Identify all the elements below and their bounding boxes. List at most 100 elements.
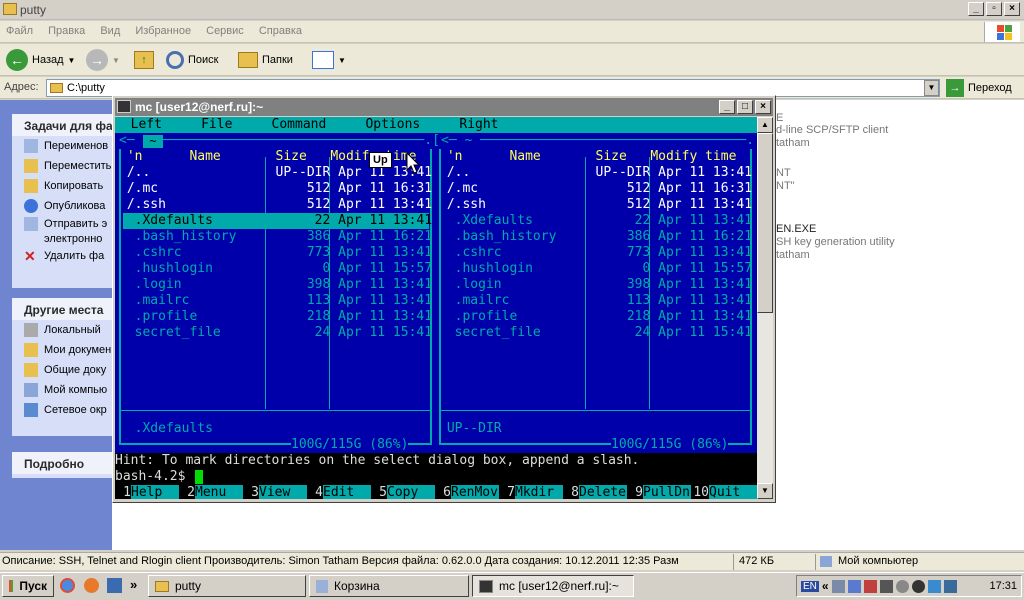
file-row[interactable]: /.ssh 512 Apr 11 13:41 — [439, 197, 752, 213]
folders-button[interactable]: Папки — [238, 48, 293, 72]
maximize-button[interactable]: ▫ — [986, 2, 1002, 16]
place-shared-documents[interactable]: Общие доку — [12, 360, 112, 380]
speaker-icon[interactable] — [895, 579, 909, 593]
printer-icon[interactable] — [879, 579, 893, 593]
file-row[interactable]: .login 398 Apr 11 13:41 — [119, 277, 432, 293]
file-row[interactable]: /.. UP--DIR Apr 11 13:41 — [439, 165, 752, 181]
close-button[interactable]: × — [755, 100, 771, 114]
place-my-computer[interactable]: Мой компью — [12, 380, 112, 400]
menu-view[interactable]: Вид — [94, 21, 126, 41]
power-icon[interactable] — [911, 579, 925, 593]
task-publish[interactable]: Опубликова — [12, 196, 112, 216]
views-button[interactable]: ▼ — [312, 48, 346, 72]
scroll-thumb[interactable] — [757, 133, 773, 313]
file-row[interactable]: .cshrc 773 Apr 11 13:41 — [439, 245, 752, 261]
file-row[interactable]: .Xdefaults 22 Apr 11 13:41 — [439, 213, 752, 229]
update-icon[interactable] — [927, 579, 941, 593]
menu-file[interactable]: Файл — [0, 21, 39, 41]
task-email[interactable]: Отправить э — [12, 216, 112, 231]
back-button[interactable]: ← Назад ▼ — [6, 48, 75, 72]
menu-tools[interactable]: Сервис — [200, 21, 250, 41]
left-panel-header[interactable]: <─ ~ ──────────────────────────────────.… — [119, 133, 464, 149]
terminal[interactable]: Left File Command Options Right <─ ~ ───… — [115, 117, 757, 499]
file-row[interactable]: .bash_history 386 Apr 11 16:21 — [439, 229, 752, 245]
details-title[interactable]: Подробно — [12, 452, 112, 474]
tasks-title[interactable]: Задачи для фа — [12, 114, 112, 136]
maximize-button[interactable]: □ — [737, 100, 753, 114]
fkey-quit[interactable]: 10 Quit — [691, 485, 757, 499]
file-name-fragment[interactable]: NT — [776, 167, 791, 179]
left-path-label[interactable]: ~ — [143, 135, 163, 148]
scroll-up-button[interactable]: ▲ — [757, 117, 773, 133]
right-panel-header[interactable]: <─ ~ ──────────────────────────────────.… — [441, 133, 757, 149]
task-recycle-bin[interactable]: Корзина — [309, 575, 469, 597]
fkey-delete[interactable]: 8 Delete — [563, 485, 627, 499]
right-column-header[interactable]: 'n Name Size Modify time — [439, 149, 737, 165]
minimize-button[interactable]: _ — [968, 2, 984, 16]
chevron-right-icon[interactable]: » — [130, 577, 137, 592]
task-delete[interactable]: ✕ Удалить фа — [12, 246, 112, 266]
task-copy[interactable]: Копировать — [12, 176, 112, 196]
fkey-mkdir[interactable]: 7 Mkdir — [499, 485, 563, 499]
place-local-disk[interactable]: Локальный — [12, 320, 112, 340]
mc-menubar[interactable]: Left File Command Options Right — [115, 117, 499, 133]
up-folder-button[interactable]: ↑ — [134, 48, 154, 72]
menu-edit[interactable]: Правка — [42, 21, 91, 41]
display-icon[interactable] — [943, 579, 957, 593]
minimize-button[interactable]: _ — [719, 100, 735, 114]
file-row[interactable]: .profile 218 Apr 11 13:41 — [119, 309, 432, 325]
file-row[interactable]: /.mc 512 Apr 11 16:31 — [439, 181, 752, 197]
go-button[interactable]: → Переход — [946, 79, 1012, 97]
fkey-pulldn[interactable]: 9 PullDn — [627, 485, 691, 499]
monitor-icon[interactable] — [847, 579, 861, 593]
start-button[interactable]: Пуск — [2, 575, 54, 597]
file-row[interactable]: /.ssh 512 Apr 11 13:41 — [119, 197, 432, 213]
putty-titlebar[interactable]: mc [user12@nerf.ru]:~ _ □ × — [115, 98, 773, 116]
language-indicator[interactable]: EN — [801, 580, 819, 592]
file-row[interactable]: .mailrc 113 Apr 11 13:41 — [439, 293, 752, 309]
chrome-icon[interactable] — [60, 578, 75, 593]
file-row[interactable]: .hushlogin 0 Apr 11 15:57 — [439, 261, 752, 277]
address-dropdown-button[interactable]: ▼ — [924, 80, 939, 96]
file-row[interactable]: .hushlogin 0 Apr 11 15:57 — [119, 261, 432, 277]
scroll-down-button[interactable]: ▼ — [757, 483, 773, 499]
task-rename[interactable]: Переименов — [12, 136, 112, 156]
file-name-fragment[interactable]: E — [776, 112, 783, 124]
fkey-edit[interactable]: 4 Edit — [307, 485, 371, 499]
terminal-scrollbar[interactable]: ▲ ▼ — [757, 117, 773, 499]
menu-favorites[interactable]: Избранное — [129, 21, 197, 41]
task-email-cont[interactable]: электронно — [12, 231, 112, 246]
file-row[interactable]: .mailrc 113 Apr 11 13:41 — [119, 293, 432, 309]
quicklaunch-icon[interactable] — [107, 578, 122, 593]
file-row[interactable]: /.mc 512 Apr 11 16:31 — [119, 181, 432, 197]
shell-prompt[interactable]: bash-4.2$ — [115, 469, 193, 485]
menu-help[interactable]: Справка — [253, 21, 308, 41]
places-title[interactable]: Другие места — [12, 298, 112, 320]
file-row[interactable]: .login 398 Apr 11 13:41 — [439, 277, 752, 293]
task-putty-mc[interactable]: mc [user12@nerf.ru]:~ — [472, 575, 634, 597]
search-button[interactable]: Поиск — [166, 48, 218, 72]
file-row[interactable]: .cshrc 773 Apr 11 13:41 — [119, 245, 432, 261]
fkey-renmov[interactable]: 6 RenMov — [435, 485, 499, 499]
fkey-menu[interactable]: 2 Menu — [179, 485, 243, 499]
file-row[interactable]: secret_file 24 Apr 11 15:41 — [439, 325, 752, 341]
forward-button[interactable]: → ▼ — [86, 48, 120, 72]
file-row[interactable]: .bash_history 386 Apr 11 16:21 — [119, 229, 432, 245]
file-row[interactable]: secret_file 24 Apr 11 15:41 — [119, 325, 432, 341]
task-putty-folder[interactable]: putty — [148, 575, 306, 597]
task-move[interactable]: Переместить — [12, 156, 112, 176]
fkey-view[interactable]: 3 View — [243, 485, 307, 499]
chevron-left-icon[interactable]: « — [822, 579, 829, 593]
clock[interactable]: 17:31 — [989, 580, 1017, 592]
file-row-selected[interactable]: .Xdefaults 22 Apr 11 13:41 — [119, 213, 432, 229]
shield-icon[interactable] — [863, 579, 877, 593]
firefox-icon[interactable] — [84, 578, 99, 593]
place-network[interactable]: Сетевое окр — [12, 400, 112, 420]
close-button[interactable]: × — [1004, 2, 1020, 16]
file-name-fragment[interactable]: EN.EXE — [776, 223, 816, 235]
putty-icon[interactable] — [117, 100, 131, 113]
fkey-copy[interactable]: 5 Copy — [371, 485, 435, 499]
network-icon[interactable] — [831, 579, 845, 593]
file-row[interactable]: .profile 218 Apr 11 13:41 — [439, 309, 752, 325]
fkey-help[interactable]: 1 Help — [115, 485, 179, 499]
